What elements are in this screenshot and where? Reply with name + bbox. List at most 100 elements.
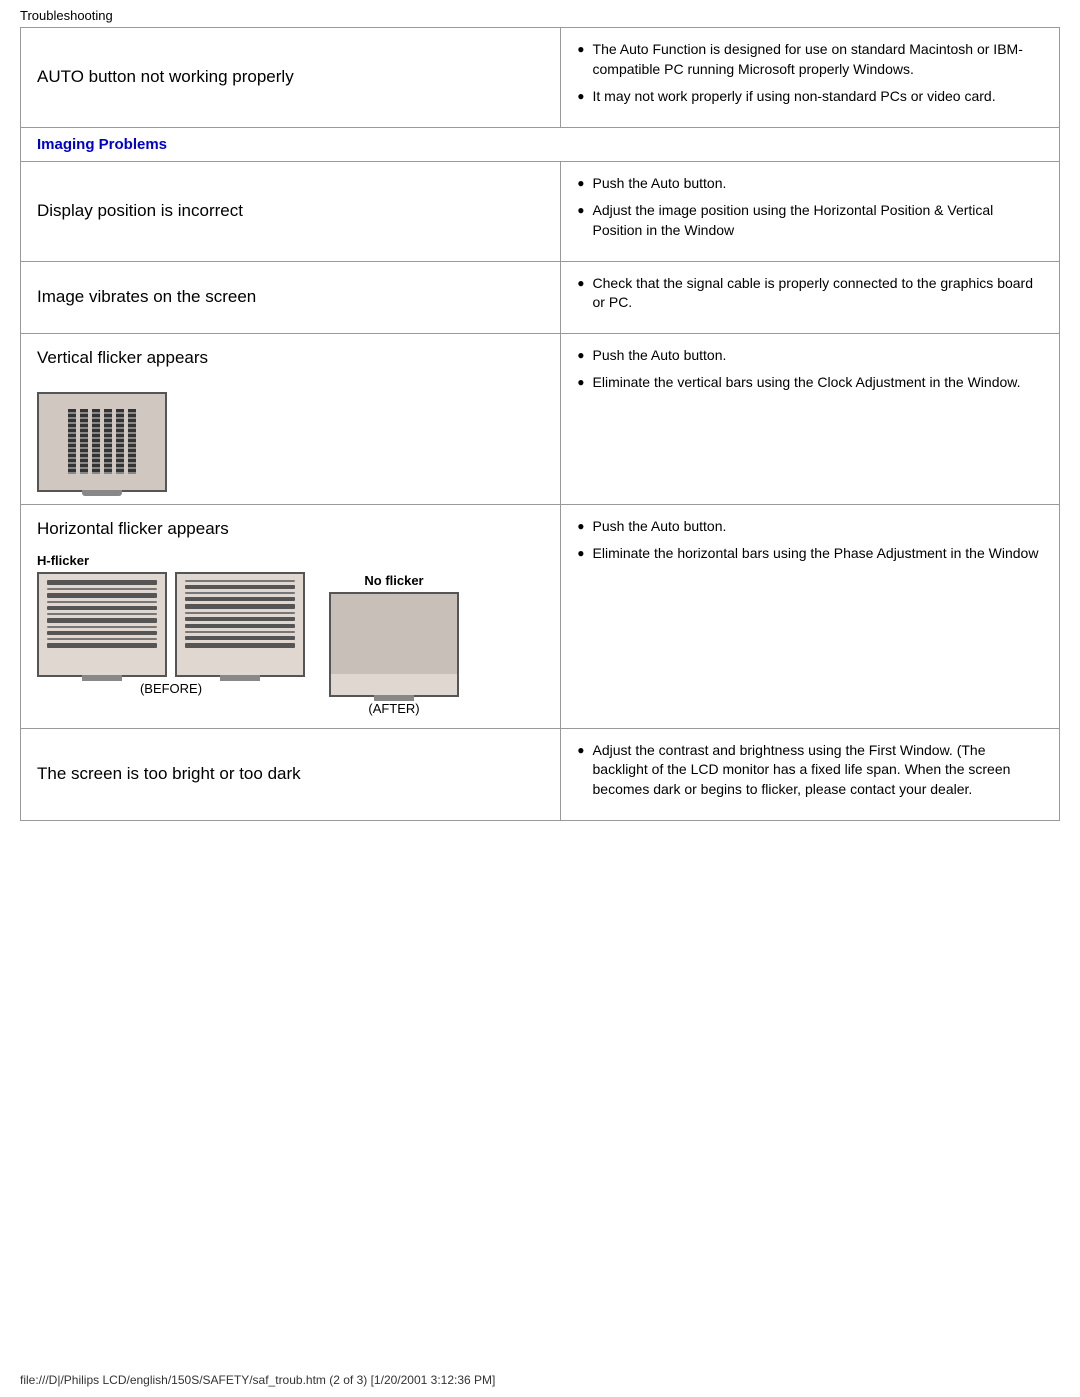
before-label: (BEFORE) <box>37 681 305 696</box>
table-row: Image vibrates on the screen Check that … <box>21 261 1060 333</box>
page-footer: file:///D|/Philips LCD/english/150S/SAFE… <box>20 1373 495 1387</box>
solution-list: Adjust the contrast and brightness using… <box>577 741 1043 800</box>
solution-text: It may not work properly if using non-st… <box>593 87 996 107</box>
vbar <box>68 409 76 474</box>
no-flicker-label: No flicker <box>364 573 423 588</box>
hbar <box>47 613 157 615</box>
hbar <box>185 585 295 590</box>
hbar <box>185 604 295 609</box>
solution-text: Push the Auto button. <box>593 517 727 537</box>
problem-label: Vertical flicker appears <box>37 348 544 368</box>
hbars <box>177 574 303 654</box>
problem-cell: The screen is too bright or too dark <box>21 728 561 820</box>
problem-cell: Vertical flicker appears <box>21 333 561 504</box>
list-item: Eliminate the horizontal bars using the … <box>577 544 1043 564</box>
solution-list: Push the Auto button. Eliminate the vert… <box>577 346 1043 393</box>
problem-cell: Image vibrates on the screen <box>21 261 561 333</box>
hbar <box>47 626 157 628</box>
vbar <box>92 409 100 474</box>
before-section: H-flicker <box>37 553 305 696</box>
solution-list: Push the Auto button. Eliminate the hori… <box>577 517 1043 564</box>
hbar <box>185 597 295 601</box>
after-label: (AFTER) <box>368 701 419 716</box>
header-text: Troubleshooting <box>20 8 113 23</box>
problem-cell: Horizontal flicker appears H-flicker <box>21 504 561 728</box>
list-item: Push the Auto button. <box>577 346 1043 366</box>
list-item: Eliminate the vertical bars using the Cl… <box>577 373 1043 393</box>
vbar <box>116 409 124 474</box>
hbars <box>39 574 165 654</box>
solution-cell: Push the Auto button. Eliminate the vert… <box>561 333 1060 504</box>
hbar <box>47 588 157 590</box>
hbar <box>47 638 157 640</box>
list-item: Adjust the image position using the Hori… <box>577 201 1043 240</box>
footer-text: file:///D|/Philips LCD/english/150S/SAFE… <box>20 1373 495 1387</box>
before-monitors <box>37 572 305 677</box>
section-header-cell: Imaging Problems <box>21 127 1060 161</box>
hbar <box>47 643 157 648</box>
table-row: AUTO button not working properly The Aut… <box>21 28 1060 128</box>
solution-text: Push the Auto button. <box>593 346 727 366</box>
hbar <box>185 592 295 594</box>
hbar <box>47 618 157 623</box>
hbar <box>47 580 157 585</box>
list-item: It may not work properly if using non-st… <box>577 87 1043 107</box>
before-monitor-wrapper-2 <box>175 572 305 677</box>
solution-text: Eliminate the horizontal bars using the … <box>593 544 1039 564</box>
solution-text: Adjust the contrast and brightness using… <box>593 741 1043 800</box>
hflicker-illustration-area: H-flicker <box>37 553 544 716</box>
monitor-stand <box>220 675 260 681</box>
list-item: Push the Auto button. <box>577 517 1043 537</box>
vertical-flicker-illustration <box>37 392 167 492</box>
hbar <box>185 617 295 621</box>
monitor-stand <box>82 490 122 496</box>
solution-list: Push the Auto button. Adjust the image p… <box>577 174 1043 241</box>
hbar <box>185 624 295 629</box>
main-table: AUTO button not working properly The Aut… <box>20 27 1060 821</box>
list-item: The Auto Function is designed for use on… <box>577 40 1043 79</box>
hbar <box>185 643 295 648</box>
hbar <box>47 631 157 635</box>
before-monitor-1 <box>37 572 167 677</box>
before-monitor-2 <box>175 572 305 677</box>
hbar <box>47 593 157 598</box>
hbar <box>185 636 295 640</box>
problem-text: Vertical flicker appears <box>37 348 208 367</box>
solution-cell: Check that the signal cable is properly … <box>561 261 1060 333</box>
section-label: Imaging Problems <box>37 136 167 153</box>
solution-cell: The Auto Function is designed for use on… <box>561 28 1060 128</box>
vbar <box>80 409 88 474</box>
problem-text: Horizontal flicker appears <box>37 519 229 538</box>
problem-label: The screen is too bright or too dark <box>37 756 301 791</box>
vertical-bars <box>68 407 136 477</box>
table-row: Vertical flicker appears <box>21 333 1060 504</box>
solution-list: The Auto Function is designed for use on… <box>577 40 1043 107</box>
vbar <box>104 409 112 474</box>
problem-cell: Display position is incorrect <box>21 161 561 261</box>
list-item: Check that the signal cable is properly … <box>577 274 1043 313</box>
solution-list: Check that the signal cable is properly … <box>577 274 1043 313</box>
hbar <box>47 601 157 603</box>
monitor-stand <box>82 675 122 681</box>
list-item: Push the Auto button. <box>577 174 1043 194</box>
solution-text: Adjust the image position using the Hori… <box>593 201 1043 240</box>
page-header: Troubleshooting <box>0 0 1080 27</box>
problem-label: Image vibrates on the screen <box>37 279 256 314</box>
hflicker-monitors: H-flicker <box>37 553 544 716</box>
hflicker-label: H-flicker <box>37 553 305 568</box>
hbar <box>185 612 295 614</box>
problem-label: Display position is incorrect <box>37 193 243 228</box>
monitor-stand <box>374 695 414 701</box>
solution-cell: Push the Auto button. Eliminate the hori… <box>561 504 1060 728</box>
after-section: No flicker (AFTER) <box>329 573 459 716</box>
hbar <box>47 606 157 610</box>
before-monitor-wrapper <box>37 572 167 677</box>
solution-cell: Adjust the contrast and brightness using… <box>561 728 1060 820</box>
problem-cell: AUTO button not working properly <box>21 28 561 128</box>
list-item: Adjust the contrast and brightness using… <box>577 741 1043 800</box>
solution-text: Eliminate the vertical bars using the Cl… <box>593 373 1021 393</box>
vbar <box>128 409 136 474</box>
solution-text: Check that the signal cable is properly … <box>593 274 1043 313</box>
after-screen <box>331 594 457 674</box>
solution-text: Push the Auto button. <box>593 174 727 194</box>
